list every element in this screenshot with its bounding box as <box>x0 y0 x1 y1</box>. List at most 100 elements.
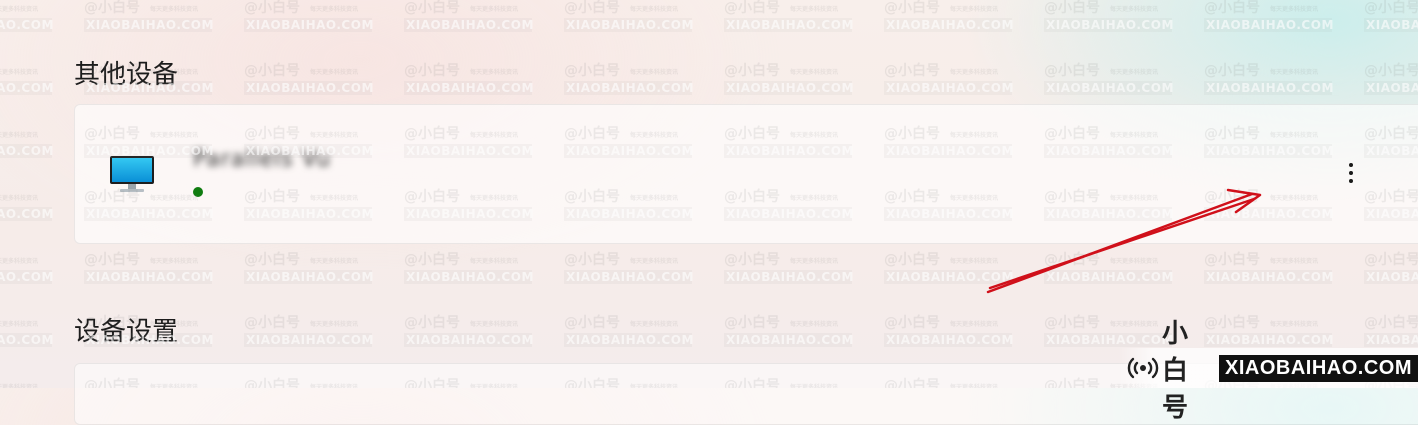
watermark-tile-bottom: XIAOBAIHAO.COM <box>884 270 1014 284</box>
watermark-tile-bottom: XIAOBAIHAO.COM <box>564 81 694 95</box>
watermark-tile-top: @小白号每天更多科技资讯 <box>0 123 52 143</box>
watermark-tile-top: @小白号每天更多科技资讯 <box>0 312 52 332</box>
watermark-tile-top: @小白号每天更多科技资讯 <box>724 0 839 16</box>
watermark-tile-bottom: XIAOBAIHAO.COM <box>564 333 694 347</box>
watermark-tile-bottom: XIAOBAIHAO.COM <box>884 81 1014 95</box>
watermark-tile-bottom: XIAOBAIHAO.COM <box>404 81 534 95</box>
watermark-tile-top: @小白号每天更多科技资讯 <box>244 0 359 16</box>
watermark-tile-bottom: XIAOBAIHAO.COM <box>0 18 53 32</box>
watermark-tile-top: @小白号每天更多科技资讯 <box>84 0 199 16</box>
watermark-tile-small: 每天更多科技资讯 <box>150 5 199 13</box>
watermark-tile-bottom: XIAOBAIHAO.COM <box>564 18 694 32</box>
watermark-tile: @小白号每天更多科技资讯 XIAOBAIHAO.COM <box>884 0 1014 32</box>
watermark-tile-bottom: XIAOBAIHAO.COM <box>884 18 1014 32</box>
watermark-tile-top: @小白号每天更多科技资讯 <box>884 63 999 79</box>
watermark-tile-small: 每天更多科技资讯 <box>790 320 839 328</box>
watermark-tile-bottom: XIAOBAIHAO.COM <box>1204 81 1334 95</box>
watermark-tile-bottom: XIAOBAIHAO.COM <box>244 18 374 32</box>
watermark-tile: @小白号每天更多科技资讯 XIAOBAIHAO.COM <box>244 0 374 32</box>
watermark-tile-top: @小白号每天更多科技资讯 <box>724 63 839 79</box>
watermark-tile-top: @小白号每天更多科技资讯 <box>724 315 839 331</box>
watermark-tile-top: @小白号每天更多科技资讯 <box>884 315 999 331</box>
watermark-tile-bottom: XIAOBAIHAO.COM <box>1204 333 1334 347</box>
watermark-tile-small: 每天更多科技资讯 <box>310 257 359 265</box>
watermark-tile-bottom: XIAOBAIHAO.COM <box>404 18 534 32</box>
watermark-tile-bottom: XIAOBAIHAO.COM <box>0 81 53 95</box>
watermark-tile: @小白号每天更多科技资讯 XIAOBAIHAO.COM <box>404 60 534 95</box>
watermark-tile-bottom: XIAOBAIHAO.COM <box>1044 333 1174 347</box>
watermark-tile-small: 每天更多科技资讯 <box>1110 257 1159 265</box>
watermark-tile-small: 每天更多科技资讯 <box>470 5 519 13</box>
watermark-tile-top: @小白号每天更多科技资讯 <box>884 0 999 16</box>
watermark-tile-bottom: XIAOBAIHAO.COM <box>1364 81 1418 95</box>
watermark-tile-small: 每天更多科技资讯 <box>950 320 999 328</box>
watermark-tile: @小白号每天更多科技资讯 XIAOBAIHAO.COM <box>404 249 534 284</box>
watermark-tile-top: @小白号每天更多科技资讯 <box>0 0 52 17</box>
watermark-tile: @小白号每天更多科技资讯XIAOBAIHAO.COM <box>564 249 693 284</box>
watermark-tile: @小白号每天更多科技资讯 XIAOBAIHAO.COM <box>404 0 534 32</box>
watermark-tile: @小白号每天更多科技资讯XIAOBAIHAO.COM <box>0 0 53 32</box>
watermark-tile-bottom: XIAOBAIHAO.COM <box>724 18 854 32</box>
watermark-tile-small: 每天更多科技资讯 <box>790 68 839 76</box>
watermark-tile-small: 每天更多科技资讯 <box>0 68 39 76</box>
watermark-tile-bottom: XIAOBAIHAO.COM <box>1204 270 1334 284</box>
watermark-tile-bottom: XIAOBAIHAO.COM <box>0 270 53 284</box>
watermark-tile-top: @小白号每天更多科技资讯 <box>404 0 519 16</box>
watermark-tile: @小白号每天更多科技资讯XIAOBAIHAO.COM <box>1364 312 1418 347</box>
watermark-tile: @小白号每天更多科技资讯 XIAOBAIHAO.COM <box>564 0 694 32</box>
watermark-tile-top: @小白号每天更多科技资讯 <box>244 63 359 79</box>
watermark-tile-bottom: XIAOBAIHAO.COM <box>404 270 534 284</box>
watermark-tile: @小白号每天更多科技资讯XIAOBAIHAO.COM <box>84 249 213 284</box>
watermark-tile-top: @小白号每天更多科技资讯 <box>564 63 679 79</box>
watermark-tile-top: @小白号每天更多科技资讯 <box>564 0 679 16</box>
watermark-tile-top: @小白号每天更多科技资讯 <box>404 252 519 268</box>
watermark-tile-bottom: XIAOBAIHAO.COM <box>724 81 854 95</box>
watermark-tile: @小白号每天更多科技资讯 XIAOBAIHAO.COM <box>1204 60 1334 95</box>
watermark-tile-bottom: XIAOBAIHAO.COM <box>884 333 1014 347</box>
watermark-tile-small: 每天更多科技资讯 <box>0 131 39 139</box>
watermark-tile-small: 每天更多科技资讯 <box>1270 5 1319 13</box>
watermark-tile: @小白号每天更多科技资讯XIAOBAIHAO.COM <box>1364 0 1418 32</box>
device-name: Parallels Vu <box>193 147 332 172</box>
watermark-tile-small: 每天更多科技资讯 <box>630 68 679 76</box>
watermark-tile: @小白号每天更多科技资讯XIAOBAIHAO.COM <box>0 123 53 158</box>
watermark-tile: @小白号每天更多科技资讯XIAOBAIHAO.COM <box>564 312 694 347</box>
watermark-tile-small: 每天更多科技资讯 <box>950 5 999 13</box>
watermark-tile: @小白号每天更多科技资讯XIAOBAIHAO.COM <box>1044 249 1174 284</box>
watermark-tile: @小白号每天更多科技资讯XIAOBAIHAO.COM <box>0 312 53 347</box>
watermark-tile: @小白号每天更多科技资讯XIAOBAIHAO.COM <box>724 249 853 284</box>
watermark-tile-small: 每天更多科技资讯 <box>1270 320 1319 328</box>
watermark-tile: @小白号每天更多科技资讯XIAOBAIHAO.COM <box>1364 60 1418 95</box>
more-options-button[interactable] <box>1337 157 1365 189</box>
watermark-tile-top: @小白号每天更多科技资讯 <box>564 252 679 268</box>
watermark-tile-top: @小白号每天更多科技资讯 <box>1204 252 1319 268</box>
watermark-tile-small: 每天更多科技资讯 <box>630 257 679 265</box>
watermark-tile: @小白号每天更多科技资讯XIAOBAIHAO.COM <box>1364 249 1418 284</box>
section-title-other-devices: 其他设备 <box>74 60 179 90</box>
watermark-tile-top: @小白号每天更多科技资讯 <box>1204 63 1319 79</box>
watermark-tile-small: 每天更多科技资讯 <box>310 320 359 328</box>
watermark-tile-bottom: XIAOBAIHAO.COM <box>1204 18 1334 32</box>
watermark-tile-bottom: XIAOBAIHAO.COM <box>1044 81 1174 95</box>
watermark-tile: @小白号每天更多科技资讯 XIAOBAIHAO.COM <box>1204 0 1334 32</box>
device-card[interactable]: Parallels Vu <box>74 104 1418 244</box>
watermark-tile-bottom: XIAOBAIHAO.COM <box>1044 270 1174 284</box>
watermark-tile-top: @小白号每天更多科技资讯 <box>1044 315 1159 331</box>
watermark-tile: @小白号每天更多科技资讯 XIAOBAIHAO.COM <box>884 312 1014 347</box>
watermark-tile-small: 每天更多科技资讯 <box>1270 68 1319 76</box>
watermark-tile: @小白号每天更多科技资讯XIAOBAIHAO.COM <box>1204 312 1334 347</box>
section-title-device-settings: 设备设置 <box>74 317 179 347</box>
watermark-tile-top: @小白号每天更多科技资讯 <box>404 63 519 79</box>
watermark-tile-top: @小白号每天更多科技资讯 <box>1204 0 1319 16</box>
watermark-tile: @小白号每天更多科技资讯XIAOBAIHAO.COM <box>244 249 373 284</box>
watermark-tile-small: 每天更多科技资讯 <box>1110 320 1159 328</box>
watermark-tile-small: 每天更多科技资讯 <box>950 68 999 76</box>
watermark-tile-small: 每天更多科技资讯 <box>470 320 519 328</box>
watermark-tile-small: 每天更多科技资讯 <box>310 68 359 76</box>
watermark-tile-small: 每天更多科技资讯 <box>470 257 519 265</box>
watermark-tile-bottom: XIAOBAIHAO.COM <box>724 333 854 347</box>
watermark-tile: @小白号每天更多科技资讯 XIAOBAIHAO.COM <box>724 312 854 347</box>
watermark-tile-top: @小白号每天更多科技资讯 <box>0 375 52 389</box>
watermark-tile-small: 每天更多科技资讯 <box>950 257 999 265</box>
watermark-tile-small: 每天更多科技资讯 <box>0 320 39 328</box>
